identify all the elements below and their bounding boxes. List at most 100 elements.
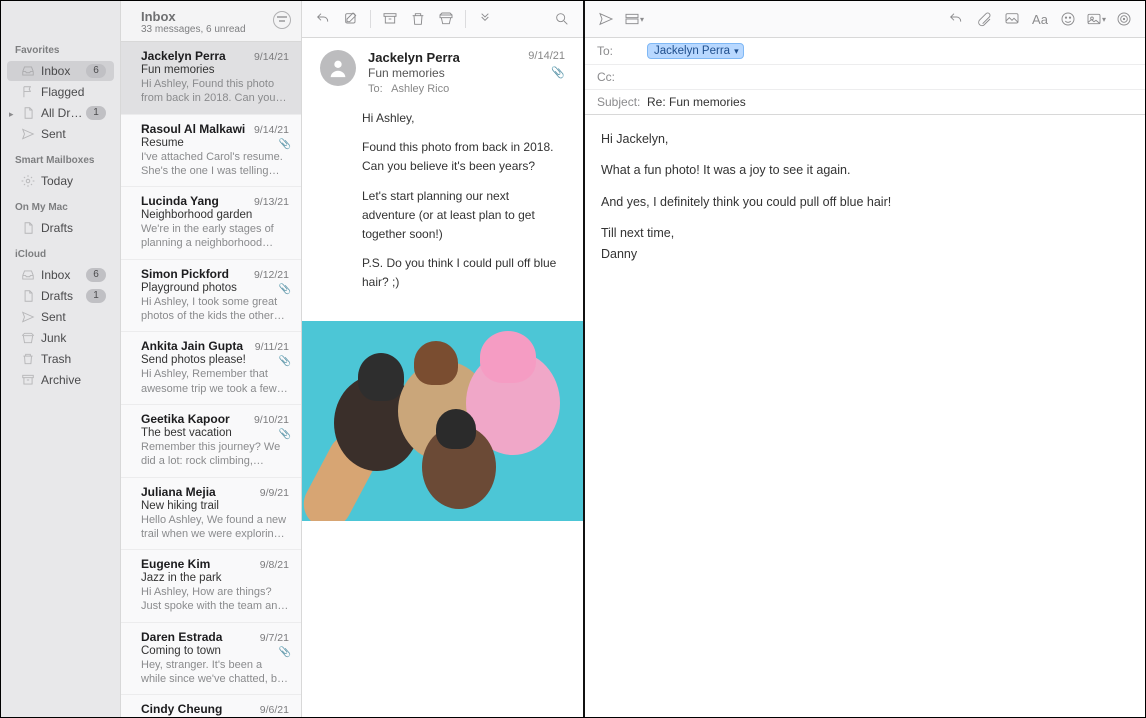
- message-row[interactable]: Geetika Kapoor9/10/21The best vacation📎R…: [121, 405, 301, 478]
- compose-to-label: To:: [597, 44, 647, 58]
- emoji-icon[interactable]: [1055, 7, 1081, 31]
- message-preview: Hello Ashley, We found a new trail when …: [141, 513, 289, 542]
- message-row[interactable]: Eugene Kim9/8/21Jazz in the parkHi Ashle…: [121, 550, 301, 623]
- message-subject: Coming to town: [141, 645, 289, 657]
- reply-arrow-icon[interactable]: [943, 7, 969, 31]
- sidebar-item-inbox[interactable]: Inbox6: [7, 61, 114, 81]
- compose-body-line[interactable]: What a fun photo! It was a joy to see it…: [601, 160, 1129, 181]
- attach-icon[interactable]: [971, 7, 997, 31]
- message-subject: Jazz in the park: [141, 572, 289, 584]
- message-row[interactable]: Cindy Cheung9/6/21Window Nook📎Hey Ashley…: [121, 695, 301, 717]
- message-preview: Remember this journey? We did a lot: roc…: [141, 440, 289, 469]
- inbox-icon: [21, 268, 35, 282]
- sidebar-item-today[interactable]: Today: [7, 171, 114, 191]
- trash-icon[interactable]: [405, 7, 431, 31]
- sidebar-item-junk[interactable]: Junk: [7, 328, 114, 348]
- compose-body-line[interactable]: Hi Jackelyn,: [601, 129, 1129, 150]
- message-row[interactable]: Lucinda Yang9/13/21Neighborhood gardenWe…: [121, 187, 301, 260]
- photo-browser-icon[interactable]: ▾: [1083, 7, 1109, 31]
- sidebar-item-label: Sent: [41, 310, 106, 324]
- message-preview: I've attached Carol's resume. She's the …: [141, 150, 289, 179]
- doc-icon: [21, 289, 35, 303]
- chevron-down-icon[interactable]: ▾: [734, 46, 739, 57]
- sidebar-item-sent[interactable]: Sent: [7, 124, 114, 144]
- message-items[interactable]: Jackelyn Perra9/14/21Fun memoriesHi Ashl…: [121, 42, 301, 717]
- archive-icon[interactable]: [377, 7, 403, 31]
- reader-body-line: P.S. Do you think I could pull off blue …: [362, 254, 565, 292]
- message-list-pane: Inbox 33 messages, 6 unread Jackelyn Per…: [121, 1, 302, 717]
- compose-cc-row[interactable]: Cc:: [585, 65, 1145, 90]
- message-row[interactable]: Juliana Mejia9/9/21New hiking trailHello…: [121, 478, 301, 551]
- avatar: [320, 50, 356, 86]
- sidebar-item-trash[interactable]: Trash: [7, 349, 114, 369]
- inbox-icon: [21, 64, 35, 78]
- compose-body-line[interactable]: Till next time, Danny: [601, 223, 1129, 266]
- compose-body-line[interactable]: And yes, I definitely think you could pu…: [601, 192, 1129, 213]
- message-preview: Hey, stranger. It's been a while since w…: [141, 658, 289, 687]
- reader-attachment-image[interactable]: [302, 321, 583, 521]
- recipient-chip[interactable]: Jackelyn Perra ▾: [647, 43, 744, 59]
- sidebar-item-label: All Drafts: [41, 106, 86, 120]
- message-from: Rasoul Al Malkawi: [141, 122, 250, 136]
- message-from: Ankita Jain Gupta: [141, 339, 251, 353]
- compose-icon[interactable]: [338, 7, 364, 31]
- sidebar-item-label: Sent: [41, 127, 106, 141]
- sidebar-item-drafts[interactable]: Drafts: [7, 218, 114, 238]
- sidebar: FavoritesInbox6Flagged▸All Drafts1SentSm…: [1, 1, 121, 717]
- send-icon: [21, 127, 35, 141]
- more-icon[interactable]: [472, 7, 498, 31]
- chevron-right-icon[interactable]: ▸: [9, 109, 14, 120]
- doc-icon: [21, 221, 35, 235]
- count-badge: 1: [86, 106, 106, 120]
- message-row[interactable]: Simon Pickford9/12/21Playground photos📎H…: [121, 260, 301, 333]
- reader-from: Jackelyn Perra: [368, 50, 516, 65]
- reader-pane: Jackelyn Perra Fun memories To: Ashley R…: [302, 1, 585, 717]
- message-subject: Playground photos: [141, 282, 289, 294]
- reader-to-label: To:: [368, 83, 383, 95]
- message-from: Jackelyn Perra: [141, 49, 250, 63]
- reader-body-line: Hi Ashley,: [362, 109, 565, 128]
- message-row[interactable]: Daren Estrada9/7/21Coming to town📎Hey, s…: [121, 623, 301, 696]
- junk-icon[interactable]: [433, 7, 459, 31]
- sidebar-item-sent[interactable]: Sent: [7, 307, 114, 327]
- message-preview: Hi Ashley, Remember that awesome trip we…: [141, 367, 289, 396]
- sidebar-item-label: Archive: [41, 373, 106, 387]
- message-from: Lucinda Yang: [141, 194, 250, 208]
- sidebar-item-label: Flagged: [41, 85, 106, 99]
- count-badge: 6: [86, 268, 106, 282]
- search-icon[interactable]: [549, 7, 575, 31]
- junk-icon: [21, 331, 35, 345]
- message-date: 9/12/21: [254, 269, 289, 281]
- compose-body[interactable]: Hi Jackelyn, What a fun photo! It was a j…: [585, 115, 1145, 717]
- send-icon[interactable]: [593, 7, 619, 31]
- sidebar-item-label: Junk: [41, 331, 106, 345]
- message-subject: Send photos please!: [141, 354, 289, 366]
- reply-icon[interactable]: [310, 7, 336, 31]
- message-row[interactable]: Jackelyn Perra9/14/21Fun memoriesHi Ashl…: [121, 42, 301, 115]
- sidebar-item-archive[interactable]: Archive: [7, 370, 114, 390]
- markup-icon[interactable]: [1111, 7, 1137, 31]
- format-icon[interactable]: Aa: [1027, 7, 1053, 31]
- compose-to-row[interactable]: To: Jackelyn Perra ▾: [585, 38, 1145, 65]
- message-date: 9/7/21: [260, 632, 289, 644]
- sidebar-item-flagged[interactable]: Flagged: [7, 82, 114, 102]
- filter-icon[interactable]: [273, 11, 291, 29]
- attachment-icon: 📎: [279, 356, 291, 367]
- attachment-icon: 📎: [279, 284, 291, 295]
- reader-to-line: To: Ashley Rico: [368, 83, 516, 95]
- reader-header: Jackelyn Perra Fun memories To: Ashley R…: [302, 38, 583, 103]
- reader-toolbar: [302, 1, 583, 38]
- compose-subject-value[interactable]: Re: Fun memories: [647, 95, 1133, 109]
- compose-subject-row[interactable]: Subject: Re: Fun memories: [585, 90, 1145, 114]
- message-subject: Neighborhood garden: [141, 209, 289, 221]
- sidebar-item-inbox[interactable]: Inbox6: [7, 265, 114, 285]
- sidebar-item-all-drafts[interactable]: ▸ All Drafts1: [7, 103, 114, 123]
- header-fields-icon[interactable]: ▾: [621, 7, 647, 31]
- count-badge: 6: [86, 64, 106, 78]
- message-row[interactable]: Ankita Jain Gupta9/11/21Send photos plea…: [121, 332, 301, 405]
- sidebar-item-drafts[interactable]: Drafts1: [7, 286, 114, 306]
- insert-image-icon[interactable]: [999, 7, 1025, 31]
- message-preview: Hi Ashley, I took some great photos of t…: [141, 295, 289, 324]
- message-row[interactable]: Rasoul Al Malkawi9/14/21Resume📎I've atta…: [121, 115, 301, 188]
- sidebar-section-label: iCloud: [1, 239, 120, 264]
